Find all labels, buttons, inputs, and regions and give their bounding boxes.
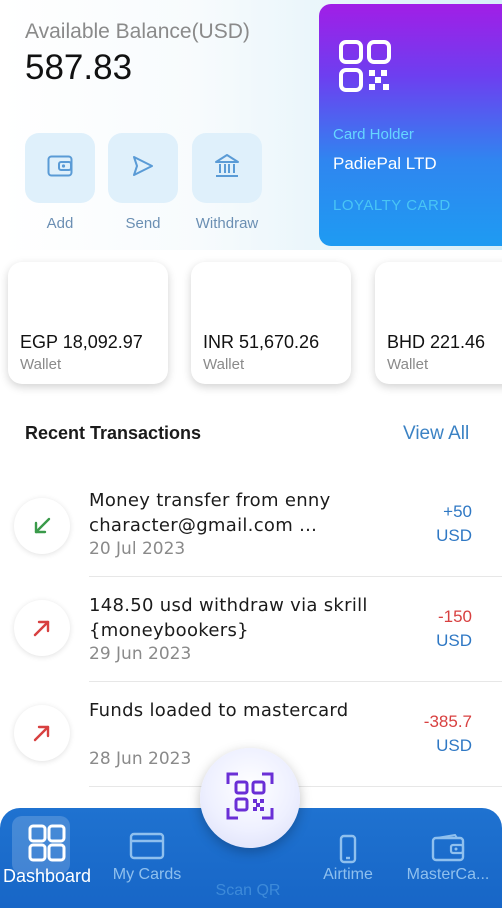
transaction-currency: USD bbox=[436, 631, 472, 650]
arrow-up-right-icon bbox=[14, 600, 70, 656]
transaction-title: Money transfer from enny character@gmail… bbox=[89, 490, 331, 536]
wallet-amount: BHD 221.46 bbox=[387, 332, 486, 352]
transaction-title: 148.50 usd withdraw via skrill {moneyboo… bbox=[89, 595, 368, 641]
wallet-amount: INR 51,670.26 bbox=[203, 332, 320, 352]
nav-label: Dashboard bbox=[2, 866, 92, 886]
send-icon bbox=[131, 155, 155, 182]
transaction-date: 20 Jul 2023 bbox=[89, 539, 186, 559]
add-button[interactable]: Add bbox=[24, 133, 96, 232]
card-holder-label: Card Holder bbox=[333, 126, 414, 143]
action-tile[interactable] bbox=[25, 133, 95, 203]
divider bbox=[89, 576, 502, 577]
nav-item-my-cards[interactable]: My Cards bbox=[97, 832, 197, 884]
wallet-amount: EGP 18,092.97 bbox=[20, 332, 143, 352]
wallet-icon bbox=[398, 833, 498, 866]
withdraw-button[interactable]: Withdraw bbox=[191, 133, 263, 232]
nav-item-airtime[interactable]: Airtime bbox=[298, 834, 398, 884]
transaction-date: 28 Jun 2023 bbox=[89, 749, 192, 769]
balance-label: Available Balance(USD) bbox=[25, 20, 250, 43]
nav-label: Scan QR bbox=[215, 882, 281, 899]
nav-item-dashboard[interactable]: Dashboard bbox=[0, 824, 97, 887]
transaction-amount: +50 bbox=[443, 502, 472, 521]
send-label: Send bbox=[125, 215, 161, 232]
nav-item-mastercard[interactable]: MasterCa... bbox=[398, 833, 498, 884]
transaction-amount: -385.7 bbox=[423, 712, 472, 731]
view-all-link[interactable]: View All bbox=[403, 423, 469, 445]
card-type: LOYALTY CARD bbox=[333, 197, 451, 214]
arrow-down-left-icon bbox=[14, 498, 70, 554]
send-button[interactable]: Send bbox=[107, 133, 179, 232]
balance-value: 587.83 bbox=[25, 48, 133, 87]
add-label: Add bbox=[46, 215, 74, 232]
dashboard-icon bbox=[0, 824, 97, 866]
wallet-label: Wallet bbox=[203, 356, 245, 373]
wallet-label: Wallet bbox=[387, 356, 429, 373]
transaction-currency: USD bbox=[436, 526, 472, 545]
recent-transactions-heading: Recent Transactions bbox=[25, 423, 202, 443]
wallet-card-inr[interactable]: INR 51,670.26 Wallet bbox=[191, 262, 351, 384]
scan-qr-button[interactable] bbox=[200, 748, 300, 848]
nav-label: MasterCa... bbox=[406, 866, 490, 883]
bank-icon bbox=[214, 153, 240, 184]
qr-scan-icon bbox=[226, 772, 274, 825]
action-tile[interactable] bbox=[108, 133, 178, 203]
withdraw-label: Withdraw bbox=[195, 215, 259, 232]
wallet-add-icon bbox=[47, 155, 73, 182]
transaction-title: Funds loaded to mastercard bbox=[89, 700, 349, 721]
nav-label: My Cards bbox=[112, 866, 182, 883]
qr-code-icon bbox=[339, 40, 391, 97]
divider bbox=[89, 681, 502, 682]
wallet-card-bhd[interactable]: BHD 221.46 Wallet bbox=[375, 262, 502, 384]
action-tile[interactable] bbox=[192, 133, 262, 203]
phone-icon bbox=[298, 834, 398, 866]
transaction-amount: -150 bbox=[437, 607, 472, 626]
card-icon bbox=[97, 832, 197, 866]
nav-label: Airtime bbox=[323, 866, 373, 883]
card-holder-name: PadiePal LTD bbox=[333, 154, 437, 173]
transaction-date: 29 Jun 2023 bbox=[89, 644, 192, 664]
nav-item-scan-qr[interactable]: Scan QR bbox=[198, 882, 298, 900]
arrow-up-right-icon bbox=[14, 705, 70, 761]
wallet-label: Wallet bbox=[20, 356, 62, 373]
transaction-currency: USD bbox=[436, 736, 472, 755]
loyalty-card[interactable]: Card Holder PadiePal LTD LOYALTY CARD bbox=[319, 4, 502, 246]
wallet-card-egp[interactable]: EGP 18,092.97 Wallet bbox=[8, 262, 168, 384]
